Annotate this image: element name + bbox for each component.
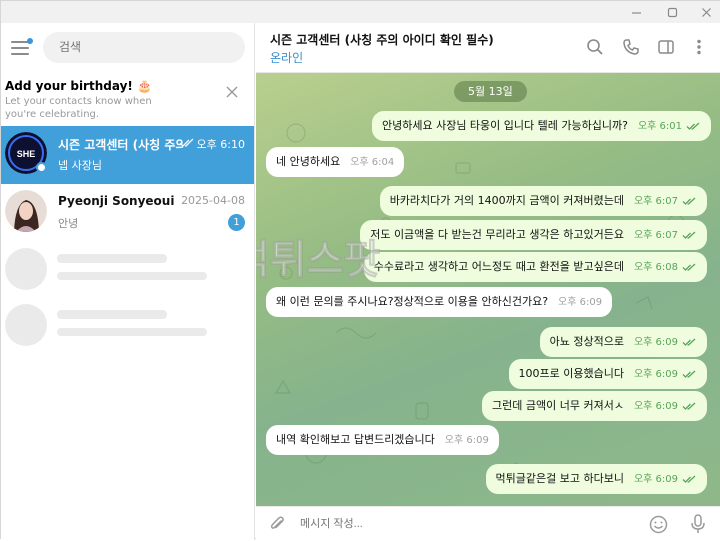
- message-text: 네 안녕하세요: [276, 155, 341, 168]
- chat-name: Pyeonji Sonyeoui: [58, 194, 175, 208]
- chat-title[interactable]: 시즌 고객센터 (사칭 주의 아이디 확인 필수): [270, 31, 494, 48]
- outgoing-message[interactable]: 아뇨 정상적으로 오후 6:09: [539, 327, 707, 357]
- outgoing-message[interactable]: 바카라치다가 거의 1400까지 금액이 커져버렸는데 오후 6:07: [379, 186, 707, 216]
- outgoing-message[interactable]: 100프로 이용했습니다 오후 6:09: [508, 359, 707, 389]
- message-text: 100프로 이용했습니다: [518, 367, 624, 380]
- close-window-icon[interactable]: [691, 1, 720, 23]
- avatar: [5, 190, 47, 232]
- message-time: 오후 6:09: [633, 474, 678, 485]
- double-check-icon: [179, 138, 194, 147]
- birthday-banner-subtitle: Let your contacts know when you're celeb…: [5, 96, 152, 120]
- chat-list-sidebar: Add your birthday! 🎂 Let your contacts k…: [1, 23, 255, 540]
- message-text: 내역 확인해보고 답변드리겠습니다: [276, 433, 435, 446]
- birthday-banner-title: Add your birthday! 🎂: [5, 79, 152, 93]
- outgoing-message[interactable]: 안녕하세요 사장님 타웅이 입니다 텔레 가능하십니까? 오후 6:01: [371, 111, 711, 141]
- svg-text:SHE: SHE: [17, 149, 36, 159]
- maximize-icon[interactable]: [657, 1, 687, 23]
- outgoing-message[interactable]: 저도 이금액을 다 받는건 무리라고 생각은 하고있거든요 오후 6:07: [360, 220, 707, 250]
- placeholder-row: [5, 248, 245, 290]
- chat-status: 온라인: [270, 51, 304, 65]
- birthday-banner[interactable]: Add your birthday! 🎂 Let your contacts k…: [1, 73, 254, 125]
- chat-time: 오후 6:10: [196, 138, 245, 151]
- menu-icon[interactable]: [11, 38, 33, 55]
- outgoing-message[interactable]: 그런데 금액이 너무 커져서ㅅ 오후 6:09: [482, 391, 707, 421]
- outgoing-message[interactable]: 수수료라고 생각하고 어느정도 때고 환전을 받고싶은데 오후 6:08: [363, 252, 707, 282]
- message-text: 먹튀글같은걸 보고 하다보니: [495, 472, 624, 485]
- chat-list-item-support[interactable]: SHE 시즌 고객센터 (사칭 주의 아이디 확인 필수) 오후 6:10 넵 …: [1, 126, 254, 184]
- double-check-icon: [682, 370, 696, 378]
- sidebar-toggle-icon[interactable]: [657, 38, 675, 56]
- title-bar: [1, 1, 720, 23]
- phone-icon[interactable]: [622, 38, 640, 56]
- message-text: 왜 이런 문의를 주시나요?정상적으로 이용을 안하신건가요?: [276, 295, 549, 308]
- message-time: 오후 6:07: [633, 230, 678, 241]
- microphone-icon[interactable]: [689, 514, 707, 534]
- double-check-icon: [682, 475, 696, 483]
- double-check-icon: [682, 263, 696, 271]
- message-time: 오후 6:09: [558, 297, 603, 308]
- message-input[interactable]: [300, 507, 630, 541]
- message-text: 저도 이금액을 다 받는건 무리라고 생각은 하고있거든요: [370, 228, 624, 241]
- emoji-icon[interactable]: [649, 515, 668, 534]
- chat-last-message: 넵 사장님: [58, 159, 102, 172]
- message-area[interactable]: 5월 13일 안녕하세요 사장님 타웅이 입니다 텔레 가능하십니까? 오후 6:…: [256, 73, 720, 506]
- incoming-message[interactable]: 왜 이런 문의를 주시나요?정상적으로 이용을 안하신건가요? 오후 6:09: [266, 287, 613, 317]
- message-time: 오후 6:09: [633, 369, 678, 380]
- outgoing-message[interactable]: 먹튀글같은걸 보고 하다보니 오후 6:09: [485, 464, 707, 494]
- message-time: 오후 6:09: [633, 401, 678, 412]
- chat-time: 2025-04-08: [181, 194, 245, 207]
- message-text: 그런데 금액이 너무 커져서ㅅ: [492, 399, 624, 412]
- search-input[interactable]: [43, 32, 245, 63]
- more-options-icon[interactable]: [690, 38, 708, 56]
- online-indicator: [36, 162, 47, 173]
- incoming-message[interactable]: 내역 확인해보고 답변드리겠습니다 오후 6:09: [266, 425, 499, 455]
- search-icon[interactable]: [586, 38, 604, 56]
- chat-name: 시즌 고객센터 (사칭 주의 아이디 확인 필수): [58, 138, 183, 152]
- chat-header: 시즌 고객센터 (사칭 주의 아이디 확인 필수) 온라인: [256, 23, 720, 73]
- minimize-icon[interactable]: [621, 1, 651, 23]
- unread-badge: 1: [228, 214, 245, 231]
- message-text: 아뇨 정상적으로: [549, 335, 624, 348]
- message-text: 바카라치다가 거의 1400까지 금액이 커져버렸는데: [389, 194, 624, 207]
- attach-icon[interactable]: [268, 515, 286, 533]
- chat-last-message: 안녕: [58, 217, 79, 230]
- message-composer: [256, 506, 720, 541]
- message-time: 오후 6:07: [633, 196, 678, 207]
- menu-notification-dot: [27, 38, 33, 44]
- close-icon[interactable]: [223, 83, 241, 101]
- message-time: 오후 6:09: [444, 435, 489, 446]
- double-check-icon: [682, 197, 696, 205]
- telegram-window: Add your birthday! 🎂 Let your contacts k…: [0, 0, 720, 541]
- message-time: 오후 6:09: [633, 337, 678, 348]
- placeholder-row: [5, 304, 245, 346]
- message-text: 안녕하세요 사장님 타웅이 입니다 텔레 가능하십니까?: [381, 119, 628, 132]
- chat-list-item-pyeonji[interactable]: Pyeonji Sonyeoui 2025-04-08 안녕 1: [1, 184, 254, 242]
- message-time: 오후 6:08: [633, 262, 678, 273]
- message-time: 오후 6:04: [350, 157, 395, 168]
- double-check-icon: [686, 122, 700, 130]
- double-check-icon: [682, 231, 696, 239]
- double-check-icon: [682, 338, 696, 346]
- date-divider: 5월 13일: [454, 81, 527, 102]
- double-check-icon: [682, 402, 696, 410]
- incoming-message[interactable]: 네 안녕하세요 오후 6:04: [266, 147, 405, 177]
- message-time: 오후 6:01: [637, 121, 682, 132]
- message-text: 수수료라고 생각하고 어느정도 때고 환전을 받고싶은데: [373, 260, 624, 273]
